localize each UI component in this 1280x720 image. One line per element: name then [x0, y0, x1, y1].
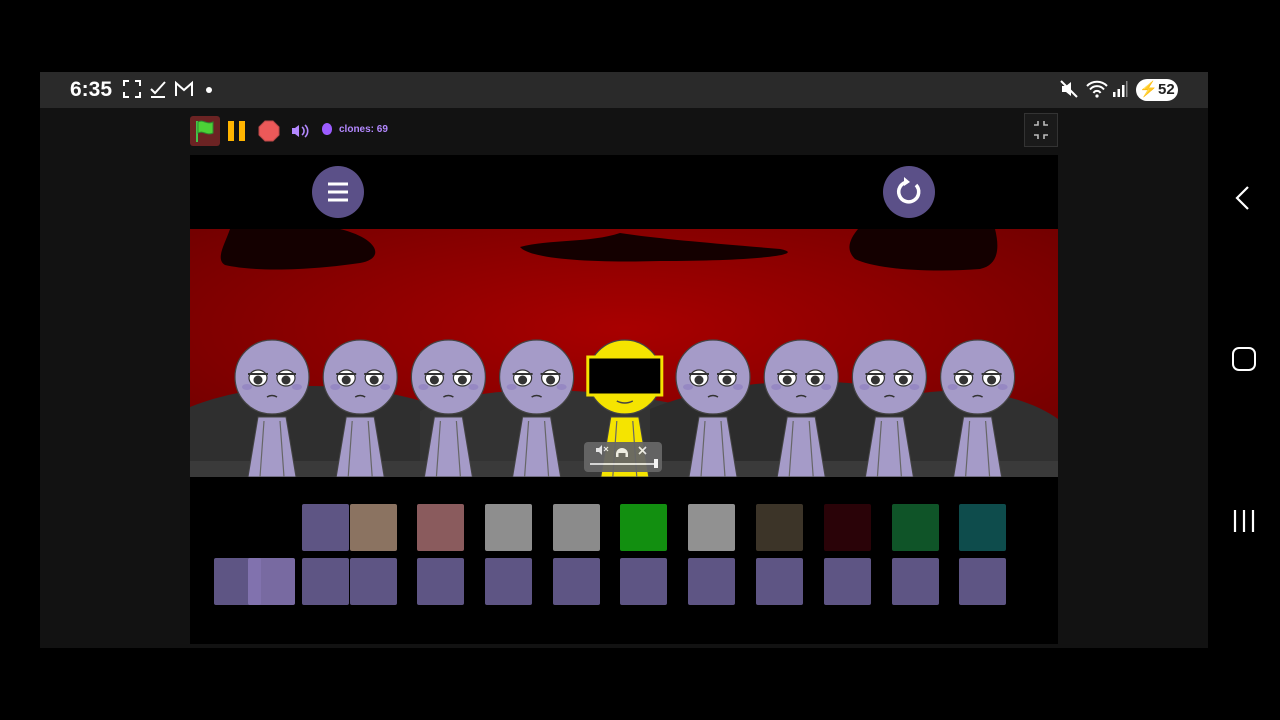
battery-indicator: ⚡52 — [1136, 79, 1178, 101]
recents-button[interactable] — [1230, 507, 1258, 535]
dot-icon — [204, 80, 214, 104]
hamburger-menu-icon — [328, 182, 348, 202]
sound-slot-3[interactable] — [417, 504, 464, 551]
recents-icon — [1233, 510, 1255, 532]
refresh-icon — [897, 177, 921, 204]
empty-slot-2[interactable] — [302, 558, 349, 605]
clones-icon — [322, 123, 332, 135]
stage-backdrop — [190, 229, 1058, 477]
mute-icon — [596, 445, 602, 455]
sound-slot-10[interactable] — [891, 504, 939, 551]
sound-slot-4[interactable] — [484, 504, 532, 551]
stage-scene — [190, 229, 1058, 477]
battery-level: 52 — [1158, 81, 1175, 98]
empty-slot-11[interactable] — [891, 558, 939, 605]
pause-button[interactable] — [228, 121, 246, 141]
empty-slot-5[interactable] — [484, 558, 532, 605]
home-icon — [1232, 347, 1256, 371]
sound-slot-6[interactable] — [620, 504, 668, 551]
empty-slot-9[interactable] — [756, 558, 803, 605]
stop-button[interactable] — [258, 120, 280, 142]
sound-slot-1[interactable] — [302, 504, 349, 551]
back-icon — [1235, 186, 1249, 210]
empty-slot-6[interactable] — [552, 558, 600, 605]
status-bar: 6:35 ⚡52 — [40, 72, 1208, 108]
dragged-sound-slot[interactable] — [248, 558, 295, 605]
home-button[interactable] — [1230, 345, 1258, 373]
green-flag-button[interactable] — [190, 116, 220, 146]
solo-headphones-icon — [616, 448, 628, 457]
close-icon — [638, 446, 647, 455]
battery-charging-icon: ⚡ — [1139, 81, 1158, 98]
back-button[interactable] — [1230, 184, 1258, 212]
sound-slot-8[interactable] — [756, 504, 803, 551]
empty-slot-4[interactable] — [417, 558, 464, 605]
exit-fullscreen-button[interactable] — [1024, 113, 1058, 147]
green-flag-icon — [196, 120, 214, 142]
mute-icon — [1060, 80, 1078, 104]
status-time: 6:35 — [70, 78, 113, 101]
clones-counter: clones: 69 — [339, 124, 388, 135]
sound-slot-9[interactable] — [823, 504, 871, 551]
navigation-bar — [1208, 72, 1280, 648]
pause-icon-bar-right — [239, 121, 245, 141]
menu-button[interactable] — [312, 166, 364, 218]
stop-icon — [258, 120, 280, 142]
empty-slot-7[interactable] — [620, 558, 668, 605]
pause-icon-bar-left — [228, 121, 234, 141]
mixer-controls — [590, 445, 658, 468]
check-icon — [149, 80, 167, 104]
empty-slot-3[interactable] — [350, 558, 397, 605]
signal-icon — [1112, 80, 1128, 104]
character-mixer-popup[interactable] — [584, 442, 662, 472]
mute-x — [603, 446, 609, 452]
exit-fullscreen-icon — [1034, 121, 1048, 139]
gmail-icon — [174, 80, 194, 104]
sound-icon — [292, 124, 309, 138]
wifi-icon — [1086, 80, 1108, 104]
screenshot-icon — [123, 80, 141, 104]
empty-slot-8[interactable] — [688, 558, 736, 605]
empty-slot-10[interactable] — [823, 558, 871, 605]
scratch-toolbar: clones: 69 — [190, 116, 1058, 146]
sound-slot-2[interactable] — [350, 504, 397, 551]
sound-button[interactable] — [290, 122, 310, 143]
empty-slot-12[interactable] — [959, 558, 1007, 605]
reset-button[interactable] — [883, 166, 935, 218]
sound-slot-7[interactable] — [688, 504, 736, 551]
sound-slot-5[interactable] — [552, 504, 600, 551]
game-stage[interactable] — [190, 155, 1058, 644]
sound-slot-11[interactable] — [959, 504, 1007, 551]
